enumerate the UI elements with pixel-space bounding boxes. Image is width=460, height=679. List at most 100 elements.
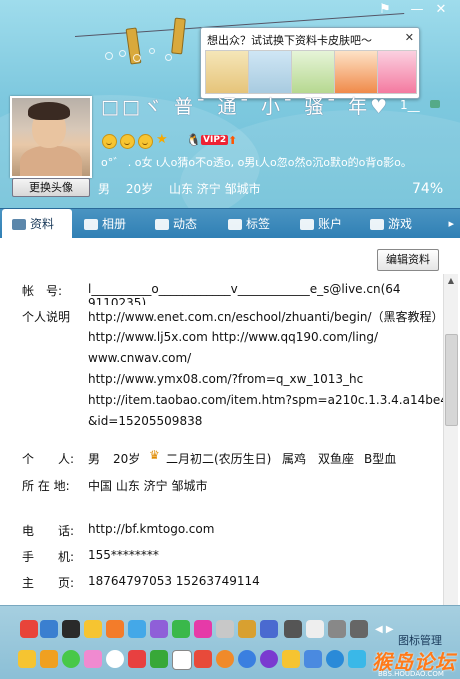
- phone-icon[interactable]: [304, 650, 322, 668]
- location-value: 中国 山东 济宁 邹城市: [88, 479, 208, 493]
- diamond-icon[interactable]: [172, 620, 190, 638]
- gift-icon[interactable]: [128, 650, 146, 668]
- diamond-icon[interactable]: [150, 620, 168, 638]
- tab-profile[interactable]: 资料: [2, 209, 72, 239]
- diamond-icon[interactable]: [128, 620, 146, 638]
- skin-suggestion-text: 想出众？试试换下资料卡皮肤吧～: [207, 34, 372, 47]
- mobile-value: 155********: [88, 548, 159, 562]
- heart-icon[interactable]: [194, 650, 212, 668]
- description-line: www.cnwav.com/: [88, 351, 192, 365]
- tag-icon: [228, 219, 242, 230]
- profile-card-window: ⚑ — ✕ 想出众？试试换下资料卡皮肤吧～ ✕ 更换头像 □□ヾ 普ˉ 通ˉ 小…: [0, 0, 460, 679]
- tab-games[interactable]: 游戏: [370, 209, 412, 239]
- skin-thumbnail[interactable]: [248, 50, 292, 94]
- profile-completeness: 74%: [412, 181, 444, 197]
- edit-profile-button[interactable]: 编辑资料: [377, 249, 439, 271]
- vip-upgrade-icon[interactable]: ⬆: [228, 134, 237, 147]
- scroll-up-icon[interactable]: ▲: [444, 274, 458, 288]
- music-icon[interactable]: [238, 650, 256, 668]
- close-button[interactable]: ✕: [432, 2, 450, 18]
- eye-icon[interactable]: [348, 650, 366, 668]
- location: 山东 济宁 邹城市: [168, 182, 261, 196]
- game-icon: [370, 219, 384, 230]
- skin-thumbnail[interactable]: [205, 50, 249, 94]
- age: 20岁: [125, 182, 154, 196]
- profile-details: 编辑资料 帐 号: l__________o____________v_____…: [0, 238, 460, 605]
- diamond-icon[interactable]: [194, 620, 212, 638]
- edit-nickname-icon[interactable]: [430, 100, 440, 108]
- tab-label: 相册: [102, 217, 127, 231]
- skin-thumbnail[interactable]: [334, 50, 378, 94]
- star-icon[interactable]: ★: [156, 132, 168, 147]
- skin-thumbnail[interactable]: [377, 50, 417, 94]
- nickname: □□ヾ 普ˉ 通ˉ 小ˉ 骚ˉ 年♥: [101, 96, 391, 118]
- smiley-icon[interactable]: [102, 134, 117, 149]
- phone-icon[interactable]: [260, 620, 278, 638]
- personal-constellation: 双鱼座: [318, 452, 355, 466]
- account-label: 帐 号:: [22, 284, 63, 298]
- smiley-icon[interactable]: [138, 134, 153, 149]
- change-avatar-button[interactable]: 更换头像: [12, 178, 90, 197]
- personal-signature: o°゛ . o女 ι人o猜o不o透o, o男ι人o忽o然o沉o默o的o背o影o。: [101, 156, 412, 169]
- flower-icon[interactable]: [84, 650, 102, 668]
- description-line: http://www.enet.com.cn/eschool/zhuanti/b…: [88, 310, 444, 324]
- pin-icon[interactable]: ⚑: [376, 2, 394, 18]
- user-icon[interactable]: [40, 620, 58, 638]
- sun-icon[interactable]: [40, 650, 58, 668]
- account-value: l__________o____________v____________e_s…: [88, 282, 401, 296]
- minimize-button[interactable]: —: [408, 2, 426, 18]
- diamond-icon[interactable]: [84, 620, 102, 638]
- account-value-cont: 9110235): [88, 296, 147, 305]
- scrollbar[interactable]: ▲: [443, 274, 458, 605]
- pet-icon[interactable]: [282, 650, 300, 668]
- watermark-url: BBS.HOUDAO.COM: [378, 670, 444, 678]
- skin-suggestion-popup: 想出众？试试换下资料卡皮肤吧～ ✕: [200, 27, 420, 99]
- smile-icon[interactable]: [62, 650, 80, 668]
- smiley-icon[interactable]: [120, 134, 135, 149]
- tab-account[interactable]: 账户: [300, 209, 342, 239]
- diamond-icon[interactable]: [284, 620, 302, 638]
- diamond-icon[interactable]: [216, 620, 234, 638]
- music-icon[interactable]: [238, 620, 256, 638]
- tab-tags[interactable]: 标签: [228, 209, 270, 239]
- tab-label: 资料: [30, 217, 55, 231]
- face-icon[interactable]: [106, 650, 124, 668]
- diamond-icon[interactable]: [106, 620, 124, 638]
- popup-close-icon[interactable]: ✕: [405, 31, 414, 44]
- tab-feed[interactable]: 动态: [155, 209, 197, 239]
- homepage-label: 主 页:: [22, 576, 75, 590]
- vip-badge[interactable]: VIP2: [201, 135, 229, 145]
- personal-blood-type: B型血: [364, 452, 397, 466]
- bubble-icon[interactable]: [326, 650, 344, 668]
- tab-bar: 资料 相册 动态 标签 账户 游戏: [0, 208, 460, 239]
- ring-icon[interactable]: [216, 650, 234, 668]
- tray-page-arrows[interactable]: ◀ ▶: [375, 624, 394, 635]
- avatar[interactable]: [10, 96, 92, 178]
- penguin-icon[interactable]: [62, 620, 80, 638]
- tab-label: 标签: [246, 217, 271, 231]
- personal-label: 个 人:: [22, 452, 75, 466]
- bubbles-decoration: [105, 40, 215, 70]
- location-label: 所 在 地:: [22, 479, 70, 493]
- love-icon[interactable]: [20, 620, 38, 638]
- skin-thumbnail[interactable]: [291, 50, 335, 94]
- homepage-value: 18764797053 15263749114: [88, 574, 260, 588]
- diamond-icon[interactable]: [306, 620, 324, 638]
- tab-scroll-right-icon[interactable]: ▸: [448, 217, 454, 230]
- clover-icon[interactable]: [150, 650, 168, 668]
- tab-label: 账户: [318, 217, 343, 231]
- tab-label: 动态: [173, 217, 198, 231]
- description-label: 个人说明: [22, 310, 71, 324]
- star-icon[interactable]: [18, 650, 36, 668]
- diamond-icon[interactable]: [328, 620, 346, 638]
- tab-album[interactable]: 相册: [84, 209, 126, 239]
- icon-tray: ◀ ▶ 图标管理 猴岛论坛 BBS.HOUDAO.COM: [0, 605, 460, 679]
- tab-label: 游戏: [388, 217, 413, 231]
- pet-icon[interactable]: [350, 620, 368, 638]
- penguin-icon[interactable]: 🐧: [186, 133, 201, 147]
- game-icon[interactable]: [260, 650, 278, 668]
- mail-icon[interactable]: [172, 650, 192, 670]
- birthday-cake-icon: ♛: [149, 448, 160, 462]
- personal-zodiac: 属鸡: [282, 452, 307, 466]
- scrollbar-thumb[interactable]: [445, 334, 458, 426]
